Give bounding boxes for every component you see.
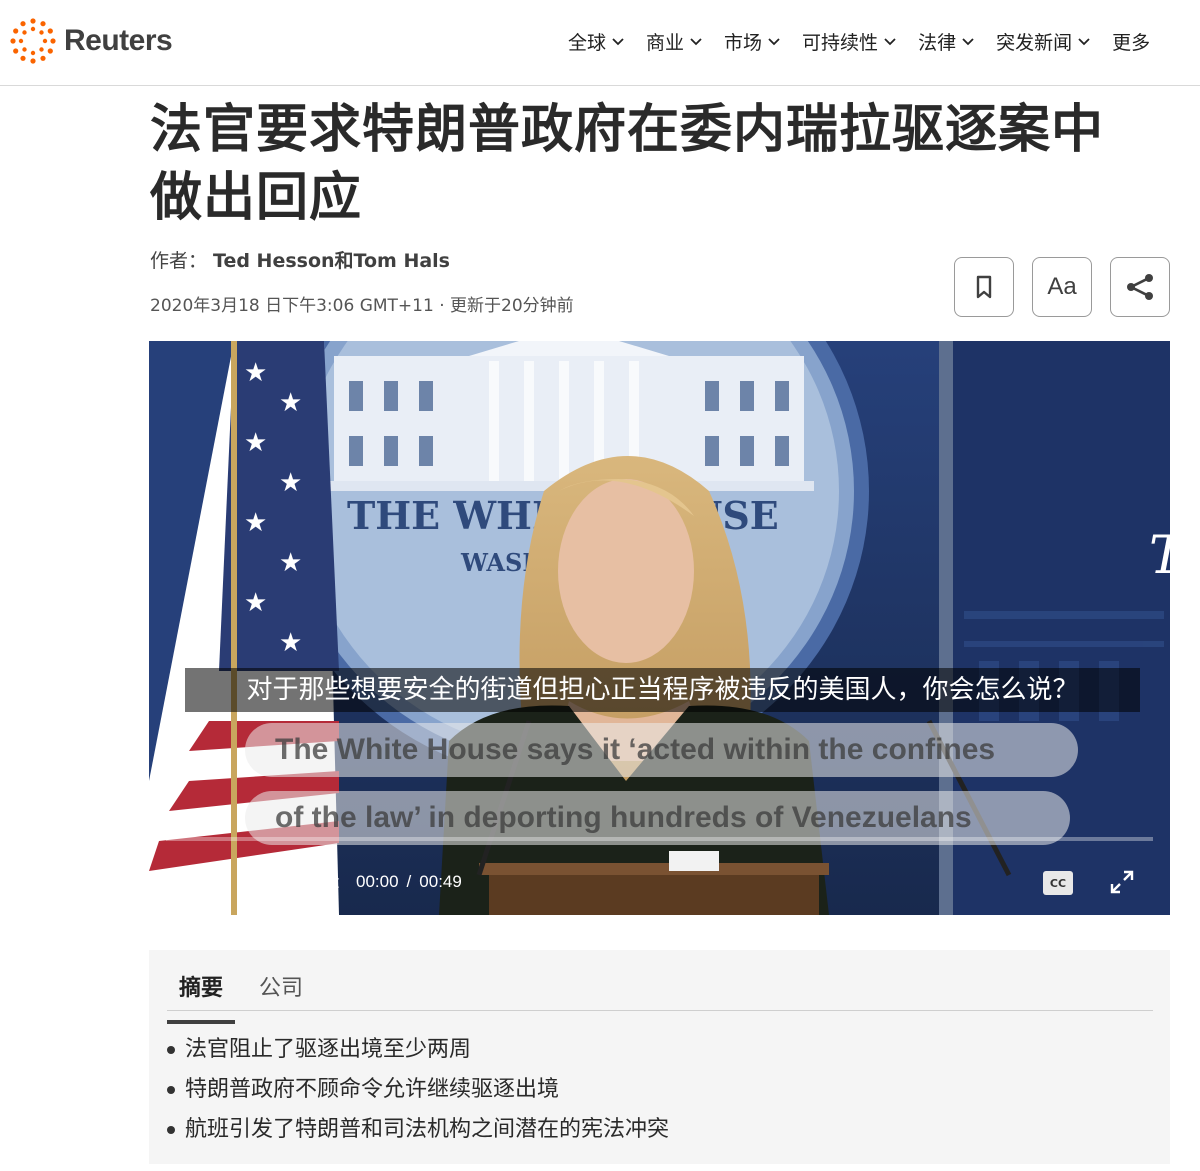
chevron-down-icon xyxy=(1078,38,1090,46)
video-player[interactable]: T THE WHITE HOUSE WASHINGTON ★★★ ★★★ xyxy=(149,341,1170,915)
byline: 作者： Ted Hesson和Tom Hals xyxy=(150,246,450,273)
chevron-down-icon xyxy=(884,38,896,46)
share-button[interactable] xyxy=(1110,257,1170,317)
bullet-dot-icon xyxy=(167,1086,175,1094)
text-size-label: Aa xyxy=(1047,273,1077,300)
video-time: 00:00 / 00:49 xyxy=(356,872,462,892)
article-headline: 法官要求特朗普政府在委内瑞拉驱逐案中做出回应 xyxy=(150,100,1105,228)
duration: 00:49 xyxy=(419,872,462,891)
nav-label: 法律 xyxy=(918,31,957,54)
key-points-list: 法官阻止了驱逐出境至少两周 特朗普政府不顾命令允许继续驱逐出境 航班引发了特朗普… xyxy=(167,1030,669,1150)
video-subtitle: 对于那些想要安全的街道但担心正当程序被违反的美国人，你会怎么说？ xyxy=(185,668,1140,712)
svg-text:★: ★ xyxy=(244,508,267,538)
reuters-logo[interactable]: Reuters xyxy=(10,18,173,64)
share-icon xyxy=(1127,274,1153,300)
svg-text:★: ★ xyxy=(244,358,267,388)
rewind-10-button[interactable]: 10 xyxy=(243,866,277,900)
video-progress-bar[interactable] xyxy=(166,837,1153,841)
nav-item-sustainability[interactable]: 可持续性 xyxy=(802,28,898,55)
site-header: Reuters 全球 商业 市场 可持续性 法律 突发新闻 更多 xyxy=(0,0,1200,86)
chevron-down-icon xyxy=(612,38,624,46)
list-item: 法官阻止了驱逐出境至少两周 xyxy=(167,1030,669,1070)
fullscreen-button[interactable] xyxy=(1106,866,1138,898)
dateline: 2020年3月18 日下午3:06 GMT+11 · 更新于20分钟前 xyxy=(150,296,574,316)
chevron-down-icon xyxy=(962,38,974,46)
nav-label: 市场 xyxy=(724,31,763,54)
mute-button[interactable] xyxy=(308,868,342,898)
svg-text:★: ★ xyxy=(279,548,302,578)
nav-item-markets[interactable]: 市场 xyxy=(724,28,782,55)
article-actions: Aa xyxy=(954,257,1170,317)
bullet-dot-icon xyxy=(167,1046,175,1054)
key-points-panel: 摘要 公司 法官阻止了驱逐出境至少两周 特朗普政府不顾命令允许继续驱逐出境 航班… xyxy=(149,950,1170,1164)
svg-text:★: ★ xyxy=(279,468,302,498)
key-point-text: 法官阻止了驱逐出境至少两周 xyxy=(185,1037,472,1062)
nav-label: 更多 xyxy=(1112,31,1151,54)
chevron-down-icon xyxy=(690,38,702,46)
tab-summary[interactable]: 摘要 xyxy=(167,964,236,1024)
cc-label: CC xyxy=(1049,876,1067,890)
key-point-text: 特朗普政府不顾命令允许继续驱逐出境 xyxy=(185,1077,560,1102)
svg-text:★: ★ xyxy=(279,628,302,658)
bookmark-button[interactable] xyxy=(954,257,1014,317)
svg-text:★: ★ xyxy=(244,588,267,618)
bookmark-icon xyxy=(976,275,992,299)
byline-prefix: 作者： xyxy=(150,250,208,272)
author-links[interactable]: Ted Hesson和Tom Hals xyxy=(213,250,450,272)
svg-text:T: T xyxy=(1149,526,1170,586)
rewind-10-icon: 10 xyxy=(247,870,274,899)
nav-label: 突发新闻 xyxy=(996,31,1073,54)
list-item: 航班引发了特朗普和司法机构之间潜在的宪法冲突 xyxy=(167,1110,669,1150)
summary-tabs: 摘要 公司 xyxy=(167,964,327,1024)
nav-item-business[interactable]: 商业 xyxy=(646,28,704,55)
bullet-dot-icon xyxy=(167,1126,175,1134)
time-separator: / xyxy=(406,872,412,891)
main-nav: 全球 商业 市场 可持续性 法律 突发新闻 更多 xyxy=(568,26,1170,56)
muted-speaker-icon xyxy=(311,872,339,894)
svg-text:★: ★ xyxy=(279,388,302,418)
play-icon xyxy=(191,871,211,895)
nav-item-global[interactable]: 全球 xyxy=(568,28,626,55)
svg-text:★: ★ xyxy=(244,428,267,458)
nav-item-breaking-news[interactable]: 突发新闻 xyxy=(996,28,1092,55)
text-size-button[interactable]: Aa xyxy=(1032,257,1092,317)
key-point-text: 航班引发了特朗普和司法机构之间潜在的宪法冲突 xyxy=(185,1117,670,1142)
chevron-down-icon xyxy=(768,38,780,46)
nav-item-legal[interactable]: 法律 xyxy=(918,28,976,55)
current-time: 00:00 xyxy=(356,872,399,891)
rewind-label: 10 xyxy=(247,888,259,899)
closed-captions-button[interactable]: CC xyxy=(1043,871,1073,895)
nav-label: 全球 xyxy=(568,31,607,54)
nav-label: 可持续性 xyxy=(802,31,879,54)
play-button[interactable] xyxy=(184,866,216,900)
expand-icon xyxy=(1110,870,1134,894)
reuters-dot-ring-icon xyxy=(10,18,56,64)
nav-item-more[interactable]: 更多 xyxy=(1112,28,1150,55)
list-item: 特朗普政府不顾命令允许继续驱逐出境 xyxy=(167,1070,669,1110)
nav-label: 商业 xyxy=(646,31,685,54)
tab-companies[interactable]: 公司 xyxy=(247,964,315,1012)
lower-third-line-1: The White House says it ‘acted within th… xyxy=(245,723,1078,777)
tabs-divider xyxy=(167,1010,1153,1011)
brand-name: Reuters xyxy=(64,24,173,57)
